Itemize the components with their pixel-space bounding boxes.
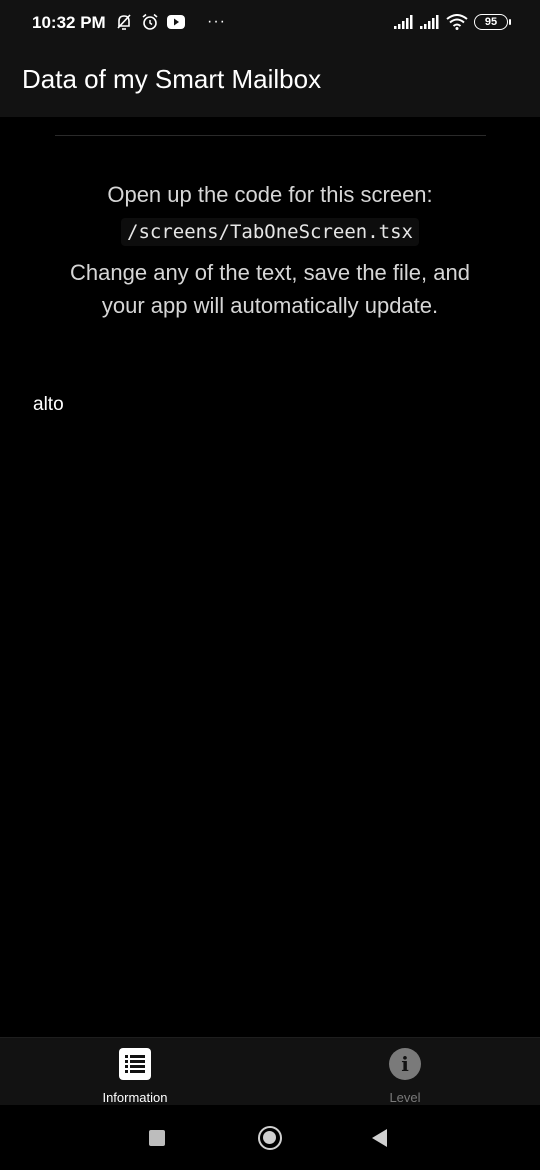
tab-label: Level [389, 1090, 421, 1105]
page-title: Data of my Smart Mailbox [22, 64, 322, 94]
recents-icon[interactable] [149, 1130, 165, 1146]
signal-icon [420, 15, 439, 29]
info-icon: i [389, 1048, 421, 1080]
youtube-icon [167, 15, 185, 29]
list-icon [119, 1048, 151, 1080]
status-right-icons: 95 [394, 14, 511, 30]
home-icon[interactable] [258, 1126, 282, 1150]
code-path: /screens/TabOneScreen.tsx [121, 218, 419, 246]
tab-level[interactable]: i Level [270, 1038, 540, 1106]
value-label: alto [33, 394, 64, 415]
status-bar: 10:32 PM ··· 95 [0, 0, 540, 48]
status-left-icons: ··· [115, 13, 226, 31]
notifications-off-icon [117, 14, 131, 30]
alarm-icon [142, 13, 158, 30]
battery-icon: 95 [474, 14, 511, 30]
back-icon[interactable] [372, 1129, 387, 1147]
app-header: Data of my Smart Mailbox [0, 48, 540, 117]
content: Open up the code for this screen: /scree… [0, 180, 540, 322]
wifi-icon [446, 14, 468, 30]
tab-label: Information [102, 1090, 168, 1105]
help-text: Change any of the text, save the file, a… [70, 260, 470, 318]
separator [55, 135, 486, 136]
tab-information[interactable]: Information [0, 1038, 270, 1106]
nav-bar [0, 1105, 540, 1170]
signal-icon [394, 15, 413, 29]
intro-text: Open up the code for this screen: [107, 182, 433, 207]
status-time: 10:32 PM [32, 13, 106, 32]
more-dots-icon: ··· [207, 13, 226, 30]
tab-bar: Information i Level [0, 1037, 540, 1105]
